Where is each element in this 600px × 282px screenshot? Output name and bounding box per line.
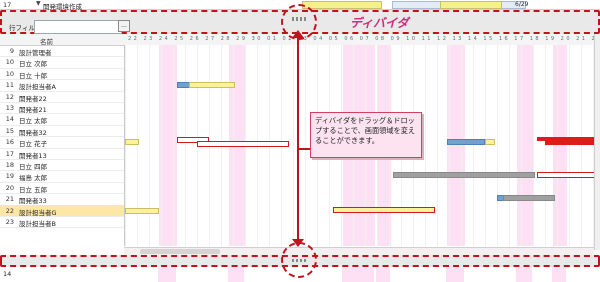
grid-line [185, 45, 186, 246]
collapse-triangle-icon[interactable]: ▼ [36, 0, 41, 7]
grid-line [149, 45, 150, 246]
grid-line [461, 45, 462, 246]
row-number: 13 [5, 104, 14, 112]
grid-line [161, 45, 162, 246]
weekend-column [342, 267, 374, 282]
callout-box: ディバイダをドラッグ＆ドロップすることで、画面領域を変えることができます。 [310, 112, 422, 158]
task-date: 6/29 [515, 1, 529, 8]
row-number: 14 [5, 115, 14, 124]
grid-line [449, 45, 450, 246]
vertical-scrollbar[interactable] [594, 34, 600, 250]
timeline-day-header: 22 23 24 25 26 27 28 29 30 01 02 03 04 0… [128, 36, 598, 42]
row-number: 18 [5, 161, 14, 169]
weekend-column [158, 267, 176, 282]
weekend-column [553, 45, 567, 246]
row-number: 10 [5, 58, 14, 67]
gantt-bar[interactable] [537, 172, 596, 179]
row-number: 17 [5, 149, 14, 158]
grid-line [473, 45, 474, 246]
row-number: 15 [5, 126, 14, 135]
gantt-bar[interactable] [189, 82, 235, 89]
divider-annotation-label: ディバイダ [350, 16, 409, 30]
row-number: 22 [5, 206, 14, 215]
grid-line [305, 45, 306, 246]
gantt-bar[interactable] [545, 141, 596, 146]
row-number: 17 [3, 1, 12, 9]
row-filter-input[interactable] [34, 20, 122, 34]
gantt-bar-yellow[interactable] [302, 1, 382, 9]
gantt-bar[interactable] [447, 139, 485, 146]
grid-line [137, 45, 138, 246]
grid-line [533, 45, 534, 246]
weekend-column [552, 267, 566, 282]
weekend-column [517, 45, 533, 246]
highlight-circle [281, 242, 317, 278]
gantt-bar[interactable] [485, 139, 495, 146]
grid-line [497, 45, 498, 246]
row-number: 21 [5, 195, 14, 204]
weekend-column [376, 267, 390, 282]
horizontal-scrollbar[interactable] [124, 247, 594, 255]
gantt-bar[interactable] [393, 172, 535, 179]
gantt-bar[interactable] [125, 207, 159, 214]
row-number: 11 [5, 81, 14, 90]
row-number: 23 [5, 218, 14, 226]
filter-browse-button[interactable]: ... [118, 20, 130, 32]
grid-line [173, 45, 174, 246]
row-number: 20 [5, 183, 14, 192]
resource-name: 設計担当者B [19, 220, 56, 228]
row-number: 14 [3, 270, 12, 278]
gantt-bar[interactable] [333, 206, 435, 213]
gantt-bar[interactable] [125, 139, 139, 146]
row-number: 12 [5, 92, 14, 101]
weekend-column [516, 267, 532, 282]
grid-line [521, 45, 522, 246]
highlight-circle [281, 4, 317, 40]
grid-line [125, 45, 126, 246]
gantt-bar-yellow[interactable] [440, 1, 502, 9]
grid-line [437, 45, 438, 246]
grid-line [293, 45, 294, 246]
weekend-column [446, 267, 464, 282]
row-number: 19 [5, 172, 14, 181]
table-row[interactable]: 23 設計担当者B [0, 216, 124, 229]
gantt-bar[interactable] [503, 195, 555, 202]
grid-line [425, 45, 426, 246]
weekend-column [228, 267, 244, 282]
grid-line [557, 45, 558, 246]
grid-line [569, 45, 570, 246]
drag-arrow-line [297, 36, 299, 241]
row-number: 9 [9, 47, 14, 55]
grid-line [485, 45, 486, 246]
row-number: 10 [5, 69, 14, 78]
gantt-bar[interactable] [197, 141, 289, 148]
grid-line [545, 45, 546, 246]
grid-line [509, 45, 510, 246]
scrollbar-thumb[interactable] [140, 249, 220, 254]
row-number: 16 [5, 138, 14, 147]
grid-line [581, 45, 582, 246]
